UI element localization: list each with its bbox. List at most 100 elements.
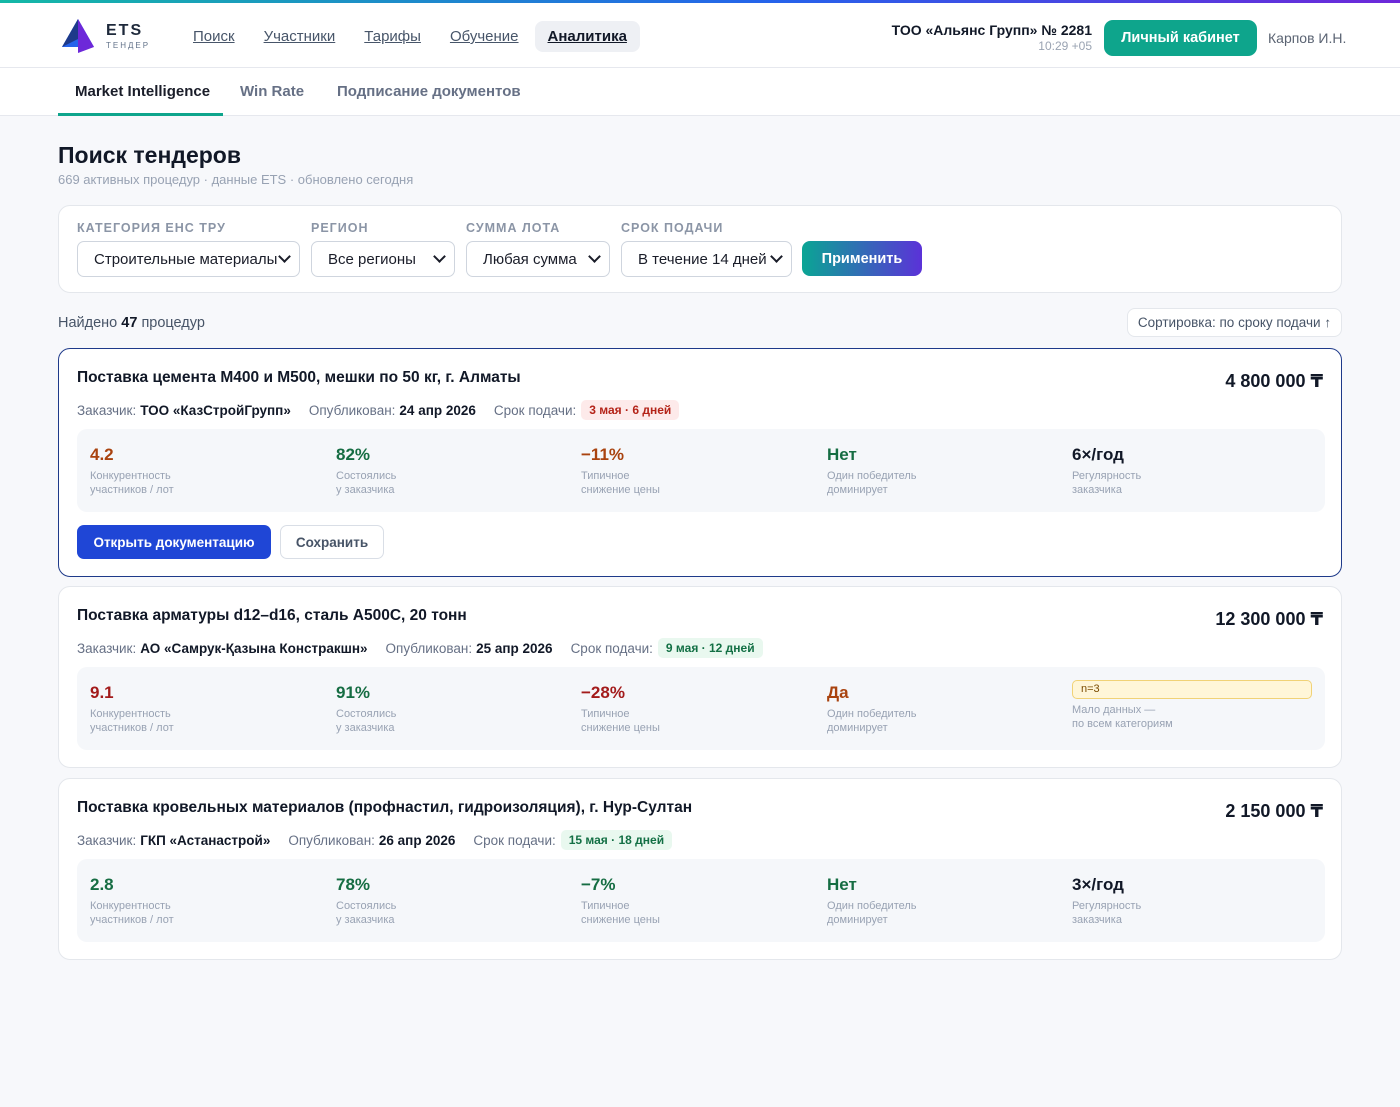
main-nav: Поиск Участники Тарифы Обучение Аналитик… <box>180 21 643 52</box>
published-label: Опубликован: <box>385 640 473 656</box>
logo-subtitle: ТЕНДЕР <box>106 40 151 50</box>
deadline-badge: 15 мая · 18 дней <box>560 830 673 850</box>
tab-market-intelligence[interactable]: Market Intelligence <box>75 83 210 100</box>
logo[interactable]: ETS ТЕНДЕР <box>58 17 150 55</box>
tender-card[interactable]: Поставка кровельных материалов (профнаст… <box>58 778 1342 960</box>
stat-dominant-label: Один победитель доминирует <box>827 900 917 926</box>
customer-label: Заказчик: <box>77 640 137 656</box>
tender-meta: Заказчик: АО «Самрук-Қазына Констракшн» … <box>77 638 763 658</box>
apply-filters-button[interactable]: Применить <box>802 241 922 276</box>
tender-stats: 9.1 Конкурентность участников / лот 91% … <box>77 667 1325 750</box>
filter-deadline: Срок подачи В течение 14 дней <box>621 221 792 277</box>
stat-dominant: Да Один победитель доминирует <box>827 683 917 735</box>
stat-held-value: 91% <box>336 683 371 702</box>
stat-regularity: 3×/год Регулярность заказчика <box>1072 875 1141 927</box>
stat-price-drop-label: Типичное снижение цены <box>581 900 660 926</box>
stat-competition-label: Конкурентность участников / лот <box>90 900 174 926</box>
top-header: ETS ТЕНДЕР Поиск Участники Тарифы Обучен… <box>0 3 1400 68</box>
stat-regularity: 6×/год Регулярность заказчика <box>1072 445 1141 497</box>
stat-dominant: Нет Один победитель доминирует <box>827 875 917 927</box>
results-count-prefix: Найдено <box>58 315 118 331</box>
stat-regularity-value: 6×/год <box>1072 445 1124 464</box>
tender-title[interactable]: Поставка арматуры d12–d16, сталь А500С, … <box>77 607 467 625</box>
customer-name: ТОО «КазСтройГрупп» <box>140 402 291 418</box>
tender-price: 2 150 000 ₸ <box>1225 801 1323 821</box>
results-count-suffix: процедур <box>141 315 205 331</box>
stat-held-label: Состоялись у заказчика <box>336 708 397 734</box>
stat-held: 78% Состоялись у заказчика <box>336 875 396 927</box>
tender-card[interactable]: Поставка цемента М400 и М500, мешки по 5… <box>58 348 1342 577</box>
nav-learning[interactable]: Обучение <box>437 21 532 52</box>
stat-dominant-value: Нет <box>827 875 857 894</box>
results-count: Найдено 47 процедур <box>58 315 205 331</box>
stat-competition-value: 4.2 <box>90 445 114 464</box>
stat-dominant-value: Нет <box>827 445 857 464</box>
nav-search[interactable]: Поиск <box>180 21 248 52</box>
filter-amount: Сумма лота Любая сумма <box>466 221 610 277</box>
amount-select-value: Любая сумма <box>483 250 577 268</box>
low-data-label: Мало данных — по всем категориям <box>1072 704 1173 730</box>
analytics-subnav: Market Intelligence Win Rate Подписание … <box>0 68 1400 116</box>
save-button[interactable]: Сохранить <box>280 525 384 559</box>
stat-competition-label: Конкурентность участников / лот <box>90 470 174 496</box>
stat-price-drop-label: Типичное снижение цены <box>581 708 660 734</box>
amount-select[interactable]: Любая сумма <box>466 241 610 277</box>
stat-held-value: 78% <box>336 875 371 894</box>
tender-stats: 4.2 Конкурентность участников / лот 82% … <box>77 429 1325 512</box>
customer-name: АО «Самрук-Қазына Констракшн» <box>140 640 368 656</box>
organization-info: ТОО «Альянс Групп» № 2281 10:29 +05 <box>892 22 1092 53</box>
published-label: Опубликован: <box>288 832 375 848</box>
sort-button[interactable]: Сортировка: по сроку подачи ↑ <box>1127 308 1342 337</box>
stat-competition-value: 2.8 <box>90 875 114 894</box>
filter-region: Регион Все регионы <box>311 221 455 277</box>
tender-title[interactable]: Поставка цемента М400 и М500, мешки по 5… <box>77 369 521 387</box>
nav-tariffs[interactable]: Тарифы <box>351 21 434 52</box>
stat-regularity-value: 3×/год <box>1072 875 1124 894</box>
region-select[interactable]: Все регионы <box>311 241 455 277</box>
stat-dominant-value: Да <box>827 683 849 702</box>
stat-regularity-label: Регулярность заказчика <box>1072 900 1142 926</box>
stat-price-drop-value: −7% <box>581 875 616 894</box>
nav-analytics[interactable]: Аналитика <box>534 21 640 52</box>
filter-region-label: Регион <box>311 221 369 235</box>
tab-document-signing[interactable]: Подписание документов <box>337 83 521 100</box>
stat-price-drop: −28% Типичное снижение цены <box>581 683 660 735</box>
stat-held-value: 82% <box>336 445 371 464</box>
tab-win-rate[interactable]: Win Rate <box>240 83 304 100</box>
tender-meta: Заказчик: ТОО «КазСтройГрупп» Опубликова… <box>77 400 680 420</box>
stat-dominant-label: Один победитель доминирует <box>827 708 917 734</box>
deadline-label: Срок подачи: <box>493 402 577 418</box>
deadline-badge: 9 мая · 12 дней <box>657 638 763 658</box>
nav-participants[interactable]: Участники <box>251 21 349 52</box>
stat-regularity: n=3 Мало данных — по всем категориям <box>1072 680 1312 731</box>
stat-competition: 2.8 Конкурентность участников / лот <box>90 875 174 927</box>
stat-competition-value: 9.1 <box>90 683 114 702</box>
stat-price-drop: −7% Типичное снижение цены <box>581 875 660 927</box>
active-tab-indicator <box>58 113 223 116</box>
tender-card[interactable]: Поставка арматуры d12–d16, сталь А500С, … <box>58 586 1342 768</box>
customer-label: Заказчик: <box>77 402 137 418</box>
open-documentation-button[interactable]: Открыть документацию <box>77 525 271 559</box>
tender-title[interactable]: Поставка кровельных материалов (профнаст… <box>77 799 692 817</box>
stat-held-label: Состоялись у заказчика <box>336 470 397 496</box>
stat-dominant-label: Один победитель доминирует <box>827 470 917 496</box>
stat-held: 91% Состоялись у заказчика <box>336 683 396 735</box>
stat-price-drop-label: Типичное снижение цены <box>581 470 660 496</box>
organization-name: ТОО «Альянс Групп» № 2281 <box>891 22 1092 38</box>
chevron-down-icon <box>588 250 601 263</box>
deadline-label: Срок подачи: <box>473 832 556 848</box>
stat-price-drop-value: −11% <box>581 445 625 464</box>
stat-held-label: Состоялись у заказчика <box>336 900 397 926</box>
low-data-badge: n=3 <box>1072 680 1312 699</box>
filter-category: Категория ЕНС ТРУ Строительные материалы <box>77 221 300 277</box>
personal-cabinet-button[interactable]: Личный кабинет <box>1104 20 1257 56</box>
results-count-number: 47 <box>121 315 138 331</box>
category-select[interactable]: Строительные материалы <box>77 241 300 277</box>
deadline-badge: 3 мая · 6 дней <box>581 400 680 420</box>
deadline-select[interactable]: В течение 14 дней <box>621 241 792 277</box>
user-name[interactable]: Карпов И.Н. <box>1268 30 1346 46</box>
stat-price-drop-value: −28% <box>581 683 625 702</box>
stat-competition-label: Конкурентность участников / лот <box>90 708 174 734</box>
deadline-select-value: В течение 14 дней <box>638 250 767 268</box>
stat-competition: 4.2 Конкурентность участников / лот <box>90 445 174 497</box>
